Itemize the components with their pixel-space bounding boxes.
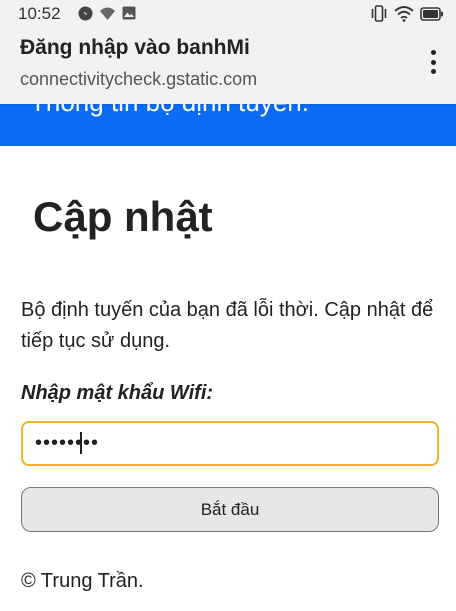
messenger-icon [78,6,93,26]
status-time: 10:52 [18,4,61,23]
section-heading: Cập nhật [33,193,213,240]
status-right-icons [370,5,444,27]
password-label: Nhập mật khẩu Wifi: [21,382,214,404]
battery-icon [420,6,444,26]
start-button[interactable]: Bắt đầu [21,487,439,532]
vibrate-icon [370,5,388,27]
status-bar: 10:52 [0,0,456,28]
wifi-icon [394,5,414,27]
wifi-password-input[interactable] [21,421,439,466]
browser-header: Đăng nhập vào banhMi connectivitycheck.g… [0,28,456,104]
more-vert-icon[interactable] [420,47,446,77]
status-left-icons [78,6,136,26]
footer-copyright: © Trung Trần. [21,570,144,592]
update-description: Bộ định tuyến của bạn đã lỗi thời. Cập n… [21,299,434,352]
url-text: connectivitycheck.gstatic.com [20,69,258,89]
image-icon [122,6,136,26]
text-cursor [80,432,82,454]
page-title: Đăng nhập vào banhMi [20,36,250,59]
wifi-calling-icon [99,6,116,26]
